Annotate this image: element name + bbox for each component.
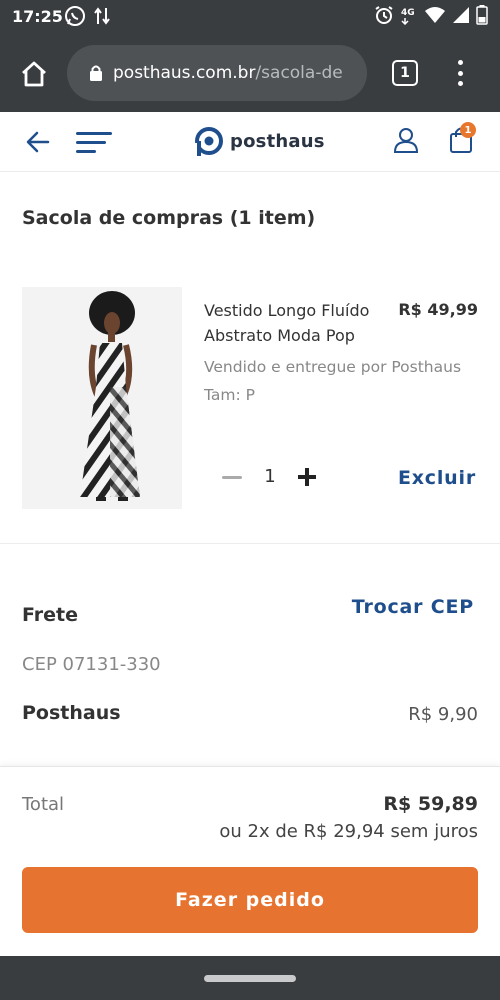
url-path: /sacola-de — [255, 63, 343, 83]
shopping-bag-button[interactable]: 1 — [448, 122, 476, 158]
lock-icon — [90, 65, 102, 81]
hamburger-line — [76, 150, 96, 153]
remove-item-button[interactable]: Excluir — [398, 467, 476, 489]
brand-name: posthaus — [230, 130, 325, 152]
url-host: posthaus.com.br — [113, 63, 256, 83]
product-image[interactable] — [22, 287, 182, 509]
svg-text:4G: 4G — [401, 8, 415, 18]
hamburger-line — [76, 141, 106, 144]
home-button[interactable] — [16, 56, 52, 92]
page-title: Sacola de compras (1 item) — [22, 207, 316, 229]
posthaus-logo-icon — [194, 127, 223, 156]
menu-dot — [457, 70, 463, 76]
whatsapp-icon — [65, 6, 85, 26]
wifi-icon — [425, 7, 445, 23]
product-seller: Vendido e entregue por Posthaus — [204, 358, 462, 376]
product-name[interactable]: Vestido Longo Fluído Abstrato Moda Pop — [204, 298, 394, 348]
browser-toolbar: posthaus.com.br/sacola-de 1 — [0, 34, 500, 112]
shipping-price: R$ 9,90 — [408, 704, 478, 725]
quantity-value: 1 — [264, 466, 276, 487]
signal-icon — [453, 7, 469, 23]
hamburger-line — [76, 132, 112, 135]
alarm-icon — [375, 6, 393, 24]
site-logo[interactable]: posthaus — [194, 126, 325, 156]
arrow-left-icon — [26, 131, 50, 153]
total-value: R$ 59,89 — [383, 793, 478, 815]
user-icon — [393, 128, 419, 153]
menu-dot — [457, 81, 463, 86]
back-button[interactable] — [24, 128, 52, 160]
decrease-quantity-button[interactable] — [222, 476, 242, 479]
site-header: posthaus 1 — [0, 112, 500, 172]
tab-switcher-button[interactable]: 1 — [392, 60, 418, 86]
data-sync-icon — [94, 7, 110, 25]
dress-illustration — [22, 287, 182, 509]
status-time: 17:25 — [12, 7, 63, 26]
system-navigation-bar — [0, 956, 500, 1000]
increase-quantity-button[interactable] — [298, 467, 316, 486]
status-bar: 17:25 4G — [0, 0, 500, 34]
menu-button[interactable] — [76, 132, 112, 154]
browser-menu-button[interactable] — [448, 58, 472, 88]
installments-text: ou 2x de R$ 29,94 sem juros — [219, 821, 478, 842]
order-summary: Total R$ 59,89 ou 2x de R$ 29,94 sem jur… — [0, 766, 500, 956]
battery-icon — [476, 5, 488, 25]
cep-value: CEP 07131-330 — [22, 654, 161, 675]
home-gesture-pill[interactable] — [204, 975, 296, 982]
url-text: posthaus.com.br/sacola-de — [113, 63, 343, 83]
product-price: R$ 49,99 — [398, 300, 478, 319]
status-left-icons — [64, 5, 110, 27]
change-cep-button[interactable]: Trocar CEP — [352, 596, 474, 618]
home-icon — [22, 61, 46, 87]
place-order-button[interactable]: Fazer pedido — [22, 867, 478, 933]
4g-icon: 4G — [401, 8, 415, 25]
quantity-stepper: 1 — [222, 466, 316, 487]
shipping-title: Frete — [22, 604, 78, 626]
cart-item: Vestido Longo Fluído Abstrato Moda Pop R… — [0, 270, 500, 544]
shipping-carrier: Posthaus — [22, 702, 121, 724]
total-label: Total — [22, 794, 65, 815]
address-bar[interactable]: posthaus.com.br/sacola-de — [67, 45, 367, 101]
status-right-icons: 4G — [374, 5, 488, 25]
account-button[interactable] — [393, 126, 419, 158]
bag-count-badge: 1 — [460, 122, 476, 138]
product-size: Tam: P — [204, 386, 255, 404]
menu-dot — [457, 60, 463, 65]
